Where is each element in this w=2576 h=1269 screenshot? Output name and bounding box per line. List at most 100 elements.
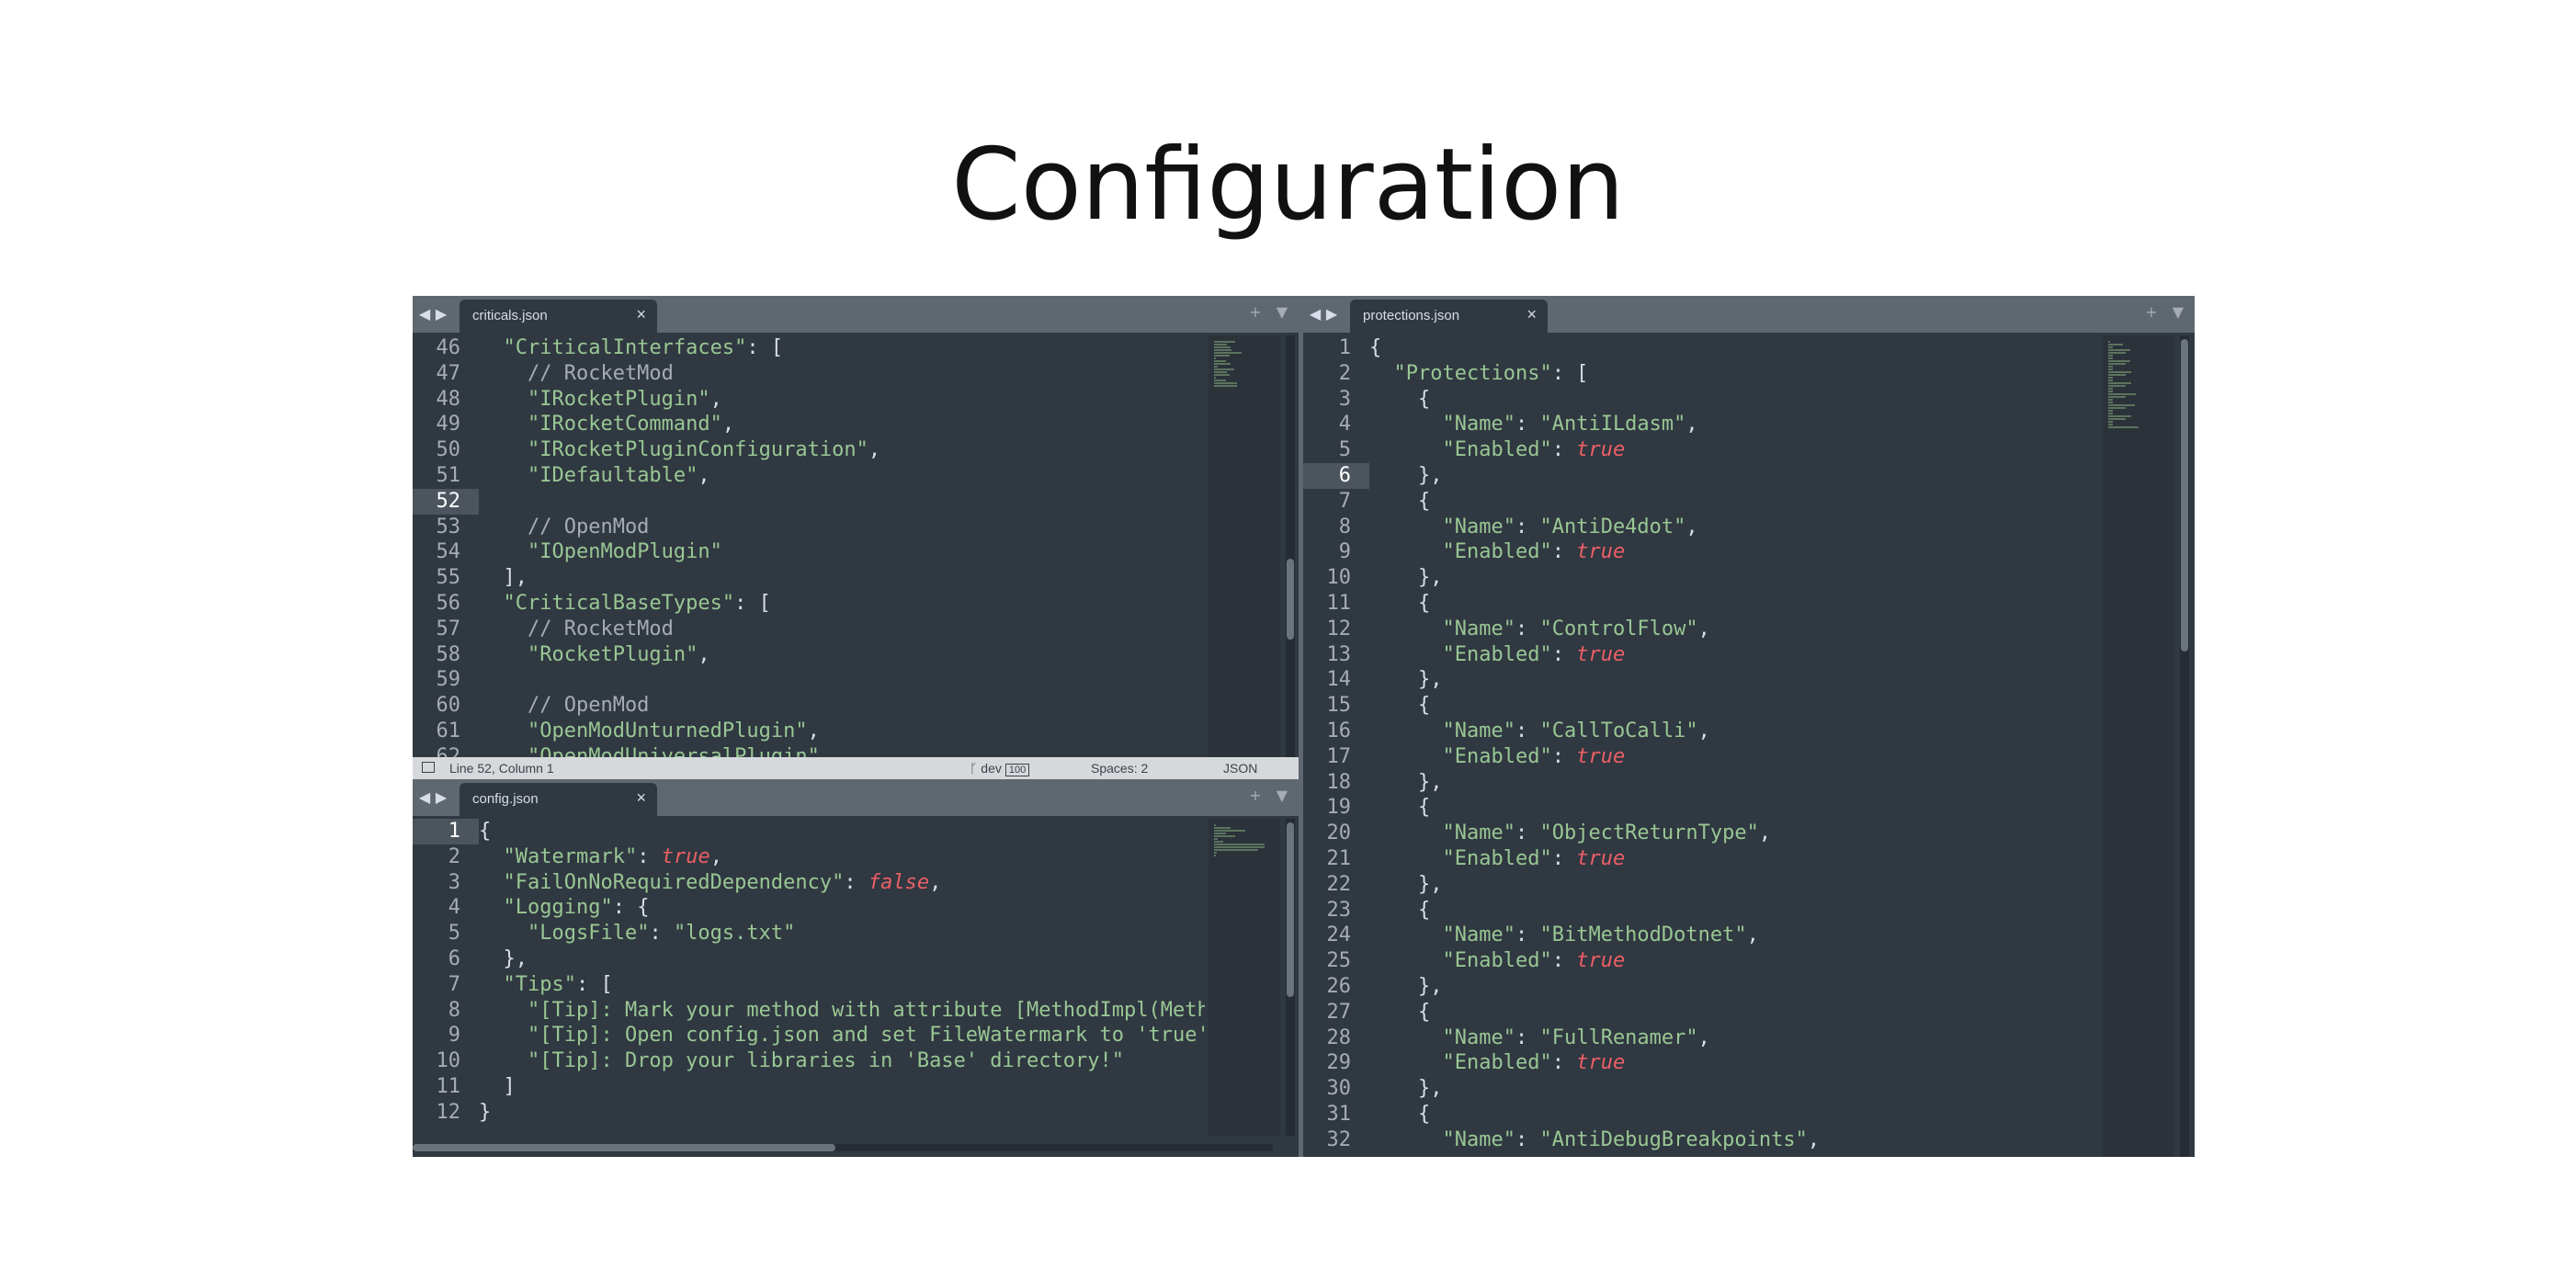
minimap-line: [1214, 849, 1258, 851]
code-line: "IRocketCommand",: [479, 412, 1205, 437]
line-number: 62: [436, 744, 461, 757]
tab-menu-icon[interactable]: ▼: [1277, 303, 1288, 321]
code-token: },: [1369, 463, 1443, 487]
line-number: 6: [1303, 462, 1369, 489]
new-tab-icon[interactable]: +: [2145, 303, 2157, 321]
code-token: ,: [1746, 923, 1759, 947]
scrollbar-thumb[interactable]: [2181, 339, 2188, 651]
nav-forward-icon[interactable]: ▶: [435, 785, 448, 810]
minimap-line: [2108, 360, 2131, 362]
scrollbar-thumb[interactable]: [413, 1144, 835, 1151]
close-icon[interactable]: ×: [636, 788, 646, 808]
code-token: :: [1551, 1051, 1577, 1075]
new-tab-icon[interactable]: +: [1249, 787, 1261, 804]
new-tab-icon[interactable]: +: [1249, 303, 1261, 321]
minimap-line: [2108, 366, 2114, 368]
code-token: "BitMethodDotnet": [1539, 923, 1747, 947]
nav-back-icon[interactable]: ◀: [1309, 301, 1322, 327]
line-number: 8: [448, 998, 460, 1022]
line-number: 9: [1338, 540, 1351, 564]
code-line: ]: [479, 1074, 1205, 1100]
line-number: 47: [436, 361, 461, 385]
code-line: "Enabled": true: [1369, 846, 2095, 872]
code-token: "Name": [1442, 413, 1515, 436]
horizontal-scrollbar[interactable]: [413, 1144, 1273, 1151]
tab-menu-icon[interactable]: ▼: [2173, 303, 2184, 321]
code-token: "[Tip]: Drop your libraries in 'Base' di…: [527, 1049, 1124, 1073]
code-line: "RocketPlugin",: [479, 642, 1205, 668]
line-number: 4: [1338, 413, 1351, 436]
line-number: 12: [1326, 617, 1352, 640]
git-branch[interactable]: ᚴ dev 100: [970, 761, 1030, 776]
code-token: ,: [1697, 617, 1710, 640]
code-line: "[Tip]: Mark your method with attribute …: [479, 998, 1205, 1024]
tabbar: ◀ ▶ protections.json × + ▼: [1303, 296, 2195, 333]
minimap[interactable]: [1209, 335, 1280, 757]
minimap-line: [2108, 391, 2113, 392]
code-token: false: [868, 870, 930, 894]
code-token: "OpenModUnturnedPlugin": [527, 719, 808, 742]
scrollbar-thumb[interactable]: [1287, 559, 1294, 640]
minimap-line: [2108, 424, 2113, 425]
vertical-scrollbar[interactable]: [2180, 335, 2189, 1157]
minimap-line: [2108, 349, 2131, 351]
code-area[interactable]: { "Watermark": true, "FailOnNoRequiredDe…: [479, 819, 1205, 1126]
minimap[interactable]: [2103, 335, 2174, 1157]
line-number: 15: [1326, 694, 1352, 718]
line-number: 17: [1326, 744, 1352, 768]
syntax-mode[interactable]: JSON: [1223, 761, 1257, 776]
code-token: ,: [1697, 1025, 1710, 1049]
minimap-line: [1214, 377, 1216, 379]
close-icon[interactable]: ×: [636, 305, 646, 324]
code-area[interactable]: "CriticalInterfaces": [ // RocketMod "IR…: [479, 335, 1205, 757]
code-line: "Name": "ObjectReturnType",: [1369, 821, 2095, 846]
pane-protections: ◀ ▶ protections.json × + ▼ 1 2 3 4 5 6 7 8 9 10 11…: [1303, 296, 2195, 1157]
code-line: "IDefaultable",: [479, 463, 1205, 489]
minimap-content: [2108, 341, 2139, 429]
code-token: : [: [1551, 361, 1589, 385]
minimap-line: [2108, 357, 2113, 359]
code-token: true: [661, 844, 710, 868]
code-area[interactable]: { "Protections": [ { "Name": "AntiILdasm…: [1369, 335, 2095, 1153]
nav-back-icon[interactable]: ◀: [418, 785, 431, 810]
code-line: "CriticalInterfaces": [: [479, 335, 1205, 361]
vertical-scrollbar[interactable]: [1286, 335, 1295, 757]
cursor-position[interactable]: Line 52, Column 1: [449, 761, 554, 776]
code-token: :: [1551, 846, 1577, 870]
code-token: {: [1369, 1102, 1431, 1126]
code-line: {: [1369, 693, 2095, 719]
tab-protections-json[interactable]: protections.json ×: [1350, 300, 1548, 333]
indentation-setting[interactable]: Spaces: 2: [1091, 761, 1148, 776]
tab-menu-icon[interactable]: ▼: [1277, 787, 1288, 804]
close-icon[interactable]: ×: [1526, 305, 1537, 324]
nav-forward-icon[interactable]: ▶: [435, 301, 448, 327]
code-line: // RocketMod: [479, 617, 1205, 642]
tab-criticals-json[interactable]: criticals.json ×: [460, 300, 657, 333]
line-number: 16: [1326, 719, 1352, 742]
code-line: "OpenModUniversalPlugin": [479, 744, 1205, 757]
minimap-line: [2108, 341, 2110, 343]
vertical-scrollbar[interactable]: [1286, 819, 1295, 1136]
minimap[interactable]: [1209, 819, 1280, 1136]
minimap-line: [1214, 824, 1216, 826]
line-number: 1: [413, 819, 479, 844]
tab-config-json[interactable]: config.json ×: [460, 783, 657, 816]
minimap-line: [2108, 352, 2126, 354]
sidebar-toggle-icon[interactable]: [422, 762, 435, 773]
nav-forward-icon[interactable]: ▶: [1325, 301, 1338, 327]
nav-back-icon[interactable]: ◀: [418, 301, 431, 327]
line-number: 5: [448, 922, 460, 946]
code-token: "IRocketPluginConfiguration": [527, 438, 868, 462]
code-token: ,: [1685, 515, 1698, 538]
scrollbar-thumb[interactable]: [1287, 822, 1294, 997]
minimap-line: [2108, 421, 2114, 423]
code-token: true: [1576, 744, 1626, 768]
code-token: "Name": [1442, 821, 1515, 845]
code-token: ]: [479, 1074, 516, 1098]
code-token: "[Tip]: Open config.json and set FileWat…: [527, 1024, 1205, 1048]
